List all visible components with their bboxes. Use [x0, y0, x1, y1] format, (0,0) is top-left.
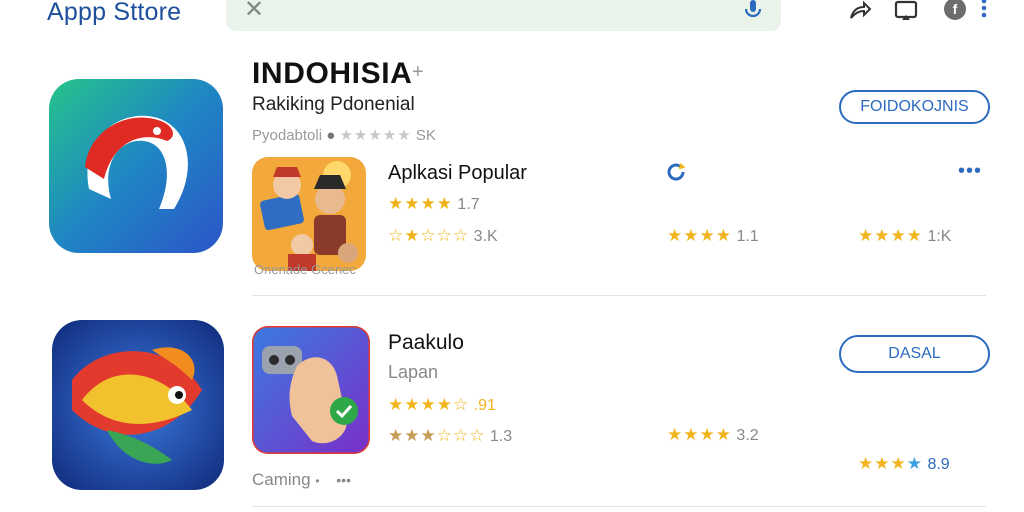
rating-stars: ★★★★ — [388, 194, 453, 213]
app-rating-mid: ★★★★ 3.2 — [667, 425, 759, 445]
rating-stars-empty: ☆☆☆ — [420, 226, 470, 245]
divider — [252, 295, 986, 296]
add-icon[interactable]: + — [412, 61, 424, 84]
section-meta: Pyodabtoli ● ★★★★★ SK — [252, 126, 436, 144]
install-button[interactable]: DASAL — [839, 335, 990, 373]
mid-stars: ★★★ — [667, 226, 716, 245]
mid-stars: ★★★★ — [667, 425, 732, 444]
app-icon-characters[interactable] — [252, 157, 366, 271]
section-title: INDOHISIA — [252, 57, 413, 90]
section-action-button[interactable]: FOIDOKOJNIS — [839, 90, 990, 124]
download-count: 3.K — [473, 228, 498, 245]
bullet: • — [315, 474, 320, 488]
rating-stars-filled: ★★★ — [388, 426, 437, 445]
rating-stars: ★★★★ — [388, 395, 453, 414]
location-pin-icon: ● — [326, 127, 336, 144]
rating-stars-empty: ☆☆☆ — [436, 426, 486, 445]
app-logo-icon-red-arc[interactable] — [49, 79, 223, 253]
app-icon-hand[interactable] — [252, 326, 370, 454]
mid-stars-empty: ★ — [715, 226, 732, 245]
right-stars: ★★★ — [874, 226, 923, 245]
app-rating-mid: ★★★★ 1.1 — [667, 226, 759, 246]
rating-stars-filled: ☆★ — [388, 226, 421, 245]
meta-count: SK — [415, 127, 436, 144]
search-bar[interactable] — [226, 0, 781, 31]
right-stars: ★★ — [874, 454, 907, 473]
more-vert-icon[interactable] — [975, 0, 993, 24]
app-caption: Onenade Gcenec — [254, 262, 356, 277]
share-icon[interactable] — [847, 0, 873, 24]
app-rating-right: ★★★★ 8.9 — [858, 454, 950, 474]
more-options-icon[interactable]: ••• — [958, 160, 982, 183]
more-options-icon[interactable]: ••• — [336, 472, 351, 488]
app-rating-secondary: ★★★☆☆☆ 1.3 — [388, 426, 512, 446]
game-icon-fish[interactable] — [52, 320, 224, 490]
close-icon[interactable]: ✕ — [244, 0, 264, 22]
right-stars-empty: ★ — [858, 454, 875, 473]
app-rating-right: ★★★★ 1:K — [858, 226, 951, 246]
meta-label: Pyodabtoli — [252, 127, 323, 144]
category-label: Caming • ••• — [252, 470, 351, 490]
app-name[interactable]: Paakulo — [388, 331, 464, 355]
right-count: 1:K — [927, 228, 952, 245]
rating-value: .91 — [473, 397, 496, 414]
app-subtitle: Lapan — [388, 362, 439, 382]
mid-rating-value: 1.1 — [736, 228, 759, 245]
mic-icon[interactable] — [741, 0, 765, 22]
rating-value: 1.7 — [457, 196, 480, 213]
refresh-icon[interactable] — [664, 160, 688, 184]
meta-stars: ★★★★★ — [339, 127, 412, 144]
mid-rating-value: 3.2 — [736, 427, 759, 444]
app-rating: ★★★★☆ .91 — [388, 395, 496, 415]
app-rating-secondary: ☆★☆☆☆ 3.K — [388, 226, 498, 246]
right-stars-empty: ★ — [858, 226, 875, 245]
category-name: Caming — [252, 470, 311, 489]
cast-icon[interactable] — [893, 0, 919, 24]
app-name[interactable]: Aplkasi Popular — [388, 162, 527, 185]
download-count: 1.3 — [489, 428, 513, 445]
divider — [252, 506, 986, 507]
right-stars-blue: ★ — [906, 454, 923, 473]
svg-text:f: f — [953, 1, 958, 17]
store-brand-title: Appp Sttore — [47, 0, 182, 26]
account-icon[interactable]: f — [942, 0, 968, 24]
section-subtitle: Rakiking Pdonenial — [252, 94, 415, 115]
app-rating: ★★★★ 1.7 — [388, 194, 480, 214]
rating-stars-half: ☆ — [452, 395, 470, 414]
right-count: 8.9 — [927, 456, 950, 473]
